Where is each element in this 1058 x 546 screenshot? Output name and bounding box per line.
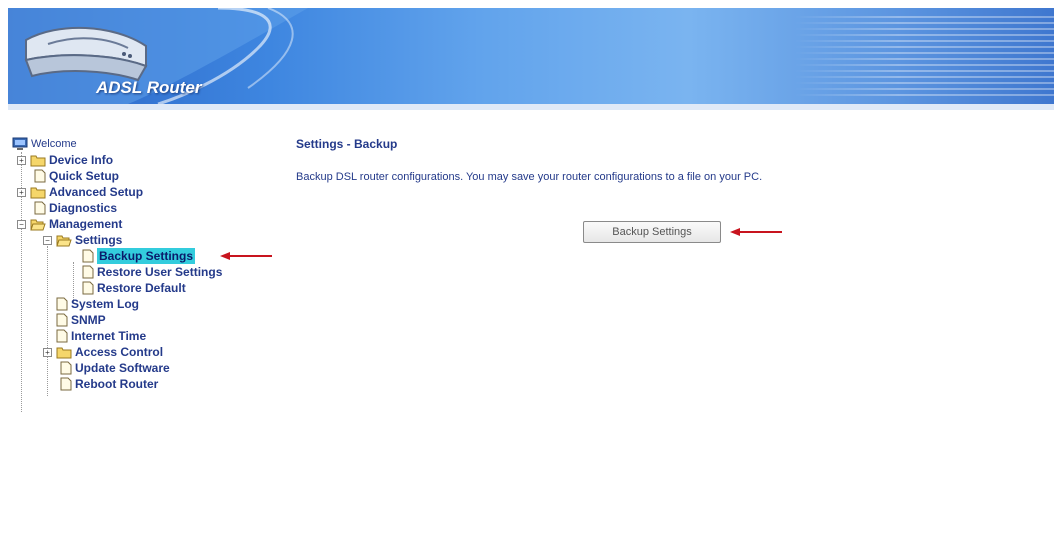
page-icon — [60, 377, 72, 391]
red-arrow-icon — [730, 228, 782, 236]
page-icon — [56, 329, 68, 343]
tree-label: Restore User Settings — [97, 265, 223, 279]
header-banner: ADSL Router — [8, 8, 1054, 104]
folder-icon — [30, 155, 46, 166]
collapse-icon[interactable]: − — [43, 236, 52, 245]
tree-label: Diagnostics — [49, 201, 118, 215]
collapse-icon[interactable]: − — [17, 220, 26, 229]
tree-item-internet-time[interactable]: Internet Time — [56, 328, 146, 344]
folder-open-icon — [30, 219, 46, 230]
tree-label: Advanced Setup — [49, 185, 144, 199]
page-icon — [34, 169, 46, 183]
tree-label: Reboot Router — [75, 377, 159, 391]
tree-root-welcome[interactable]: Welcome — [12, 136, 77, 152]
tree-item-backup-settings[interactable]: Backup Settings — [82, 248, 196, 264]
tree-item-snmp[interactable]: SNMP — [56, 312, 106, 328]
tree-item-quick-setup[interactable]: Quick Setup — [34, 168, 119, 184]
tree-label: Welcome — [31, 138, 77, 150]
tree-label: Settings — [75, 233, 123, 247]
page-icon — [60, 361, 72, 375]
page-icon — [34, 201, 46, 215]
page-icon — [82, 281, 94, 295]
folder-open-icon — [56, 235, 72, 246]
expand-icon[interactable]: + — [17, 188, 26, 197]
page-icon — [82, 249, 94, 263]
tree-item-restore-user-settings[interactable]: Restore User Settings — [82, 264, 222, 280]
page-icon — [56, 297, 68, 311]
banner-stripes — [794, 16, 1054, 96]
folder-icon — [30, 187, 46, 198]
page-frame: ADSL Router Welcome + Device Info Quick … — [8, 8, 1054, 540]
page-icon — [56, 313, 68, 327]
brand-logo: ADSL Router — [96, 78, 202, 97]
expand-icon[interactable]: + — [17, 156, 26, 165]
tree-line — [47, 246, 48, 396]
red-arrow-icon — [220, 252, 272, 260]
tree-label: Management — [49, 217, 123, 231]
backup-settings-button[interactable]: Backup Settings — [583, 221, 721, 243]
tree-label: SNMP — [71, 313, 106, 327]
tree-label: Restore Default — [97, 281, 186, 295]
tree-label-selected: Backup Settings — [97, 248, 196, 264]
computer-icon — [12, 137, 28, 150]
tree-item-access-control[interactable]: Access Control — [56, 344, 163, 360]
tree-label: System Log — [71, 297, 140, 311]
tree-item-reboot-router[interactable]: Reboot Router — [60, 376, 158, 392]
tree-item-system-log[interactable]: System Log — [56, 296, 139, 312]
tree-label: Internet Time — [71, 329, 147, 343]
tree-label: Device Info — [49, 153, 114, 167]
tree-item-device-info[interactable]: Device Info — [30, 152, 113, 168]
folder-icon — [56, 347, 72, 358]
tree-item-restore-default[interactable]: Restore Default — [82, 280, 186, 296]
tree-item-update-software[interactable]: Update Software — [60, 360, 170, 376]
page-icon — [82, 265, 94, 279]
tree-label: Access Control — [75, 345, 164, 359]
tree-item-management[interactable]: Management — [30, 216, 122, 232]
tree-item-advanced-setup[interactable]: Advanced Setup — [30, 184, 143, 200]
banner-underline — [8, 104, 1054, 110]
tree-item-settings[interactable]: Settings — [56, 232, 122, 248]
expand-icon[interactable]: + — [43, 348, 52, 357]
tree-label: Quick Setup — [49, 169, 120, 183]
tree-label: Update Software — [75, 361, 170, 375]
page-title: Settings - Backup — [296, 137, 398, 151]
page-description: Backup DSL router configurations. You ma… — [296, 171, 763, 183]
tree-item-diagnostics[interactable]: Diagnostics — [34, 200, 117, 216]
